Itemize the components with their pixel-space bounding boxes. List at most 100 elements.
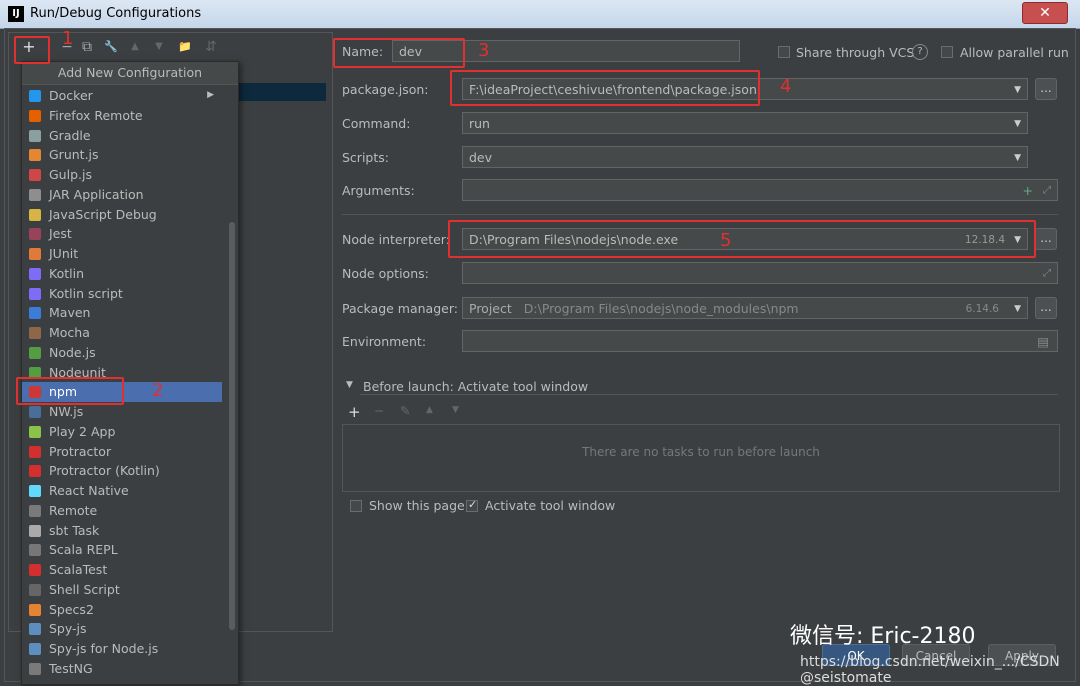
configuration-type-item[interactable]: Firefox Remote xyxy=(22,106,222,126)
close-button[interactable]: ✕ xyxy=(1022,2,1068,24)
configuration-type-item[interactable]: JUnit xyxy=(22,244,222,264)
chevron-down-icon: ▼ xyxy=(1014,85,1021,95)
wrench-icon[interactable]: 🔧 xyxy=(102,38,120,56)
configuration-type-item[interactable]: Kotlin xyxy=(22,264,222,284)
add-icon[interactable]: + xyxy=(1023,180,1033,202)
move-down-button[interactable]: ▼ xyxy=(150,38,168,56)
tree-selected-row[interactable] xyxy=(236,83,326,101)
specs2-icon xyxy=(29,603,41,616)
react-icon xyxy=(29,485,41,497)
configuration-type-label: Shell Script xyxy=(49,581,120,597)
intellij-icon: IJ xyxy=(8,6,24,22)
configuration-type-item[interactable]: Play 2 App xyxy=(22,422,222,442)
popup-scrollbar[interactable] xyxy=(229,222,235,630)
configuration-type-item[interactable]: React Native xyxy=(22,481,222,501)
configuration-type-item[interactable]: Scala REPL xyxy=(22,540,222,560)
move-up-button[interactable]: ▲ xyxy=(126,38,144,56)
configuration-type-label: Protractor (Kotlin) xyxy=(49,463,160,479)
chevron-down-icon: ▼ xyxy=(1014,153,1021,163)
configuration-type-item[interactable]: Spy-js xyxy=(22,619,222,639)
arguments-label: Arguments: xyxy=(342,183,415,198)
scripts-combo[interactable]: dev ▼ xyxy=(462,146,1028,168)
node-options-input[interactable]: ⤢ xyxy=(462,262,1058,284)
configuration-type-item[interactable]: Protractor (Kotlin) xyxy=(22,461,222,481)
configuration-type-item[interactable]: Kotlin script xyxy=(22,284,222,304)
package-manager-combo[interactable]: Project D:\Program Files\nodejs\node_mod… xyxy=(462,297,1028,319)
allow-parallel-label: Allow parallel run xyxy=(960,45,1069,60)
expand-icon[interactable]: ⤢ xyxy=(1043,263,1051,285)
configuration-type-item[interactable]: Jest xyxy=(22,224,222,244)
nodejs-icon xyxy=(29,346,41,359)
configuration-type-label: JUnit xyxy=(49,246,79,261)
annotation-number-2: 2 xyxy=(152,380,164,401)
configuration-type-item[interactable]: JAR Application xyxy=(22,185,222,205)
window-title: Run/Debug Configurations xyxy=(30,6,202,21)
configuration-type-item[interactable]: TestNG xyxy=(22,659,222,679)
edit-task-icon[interactable]: ✎ xyxy=(400,403,410,418)
configuration-type-item[interactable]: Specs2 xyxy=(22,600,222,620)
show-page-checkbox[interactable] xyxy=(350,500,362,512)
gradle-icon xyxy=(29,129,41,142)
packagejson-browse-button[interactable]: ... xyxy=(1035,78,1057,100)
configuration-type-label: Kotlin script xyxy=(49,285,123,301)
package-manager-version: 6.14.6 xyxy=(965,303,999,315)
docker-icon xyxy=(29,90,41,102)
node-options-label: Node options: xyxy=(342,266,429,281)
configuration-type-item[interactable]: Gulp.js xyxy=(22,165,222,185)
share-vcs-checkbox[interactable] xyxy=(778,46,790,58)
task-down-button[interactable]: ▼ xyxy=(452,405,459,415)
sbt-icon xyxy=(29,524,41,537)
configuration-type-item[interactable]: Node.js xyxy=(22,343,222,363)
remove-task-button[interactable]: − xyxy=(374,403,384,418)
title-bar: IJ Run/Debug Configurations ✕ xyxy=(0,0,1080,29)
configuration-type-label: React Native xyxy=(49,483,129,498)
configuration-type-label: Mocha xyxy=(49,325,90,340)
configuration-type-item[interactable]: Remote xyxy=(22,501,222,521)
copy-configuration-button[interactable]: ⧉ xyxy=(78,38,96,56)
collapse-triangle-icon[interactable]: ▼ xyxy=(346,380,353,390)
jest-icon xyxy=(29,228,41,241)
configuration-type-item[interactable]: ScalaTest xyxy=(22,560,222,580)
package-manager-path: D:\Program Files\nodejs\node_modules\npm xyxy=(523,301,799,316)
annotation-box-name xyxy=(333,38,465,68)
sort-button[interactable]: ⇵ xyxy=(202,38,220,56)
configuration-type-item[interactable]: JavaScript Debug xyxy=(22,205,222,225)
configuration-type-item[interactable]: Protractor xyxy=(22,442,222,462)
configuration-type-label: NW.js xyxy=(49,404,84,419)
node-interpreter-browse-button[interactable]: ... xyxy=(1035,228,1057,250)
share-vcs-label: Share through VCS xyxy=(796,45,915,60)
configuration-type-label: Kotlin xyxy=(49,265,84,281)
command-combo[interactable]: run ▼ xyxy=(462,112,1028,134)
document-icon[interactable]: ▤ xyxy=(1037,331,1049,353)
before-launch-heading: Before launch: Activate tool window xyxy=(363,379,589,394)
packagejson-label: package.json: xyxy=(342,82,429,97)
help-icon[interactable]: ? xyxy=(912,44,928,60)
no-tasks-text: There are no tasks to run before launch xyxy=(582,445,820,459)
configuration-type-label: Remote xyxy=(49,502,98,518)
folder-icon[interactable]: 📁 xyxy=(176,38,194,56)
configuration-type-label: Grunt.js xyxy=(49,147,99,163)
configuration-type-item[interactable]: Spy-js for Node.js xyxy=(22,639,222,659)
environment-input[interactable]: ▤ xyxy=(462,330,1058,352)
task-up-button[interactable]: ▲ xyxy=(426,405,433,415)
package-manager-label: Package manager: xyxy=(342,301,458,316)
configuration-type-item[interactable]: sbt Task xyxy=(22,521,222,541)
configuration-type-item[interactable]: Mocha xyxy=(22,323,222,343)
configuration-type-item[interactable]: Grunt.js xyxy=(22,145,222,165)
annotation-box-add xyxy=(14,36,50,64)
configuration-type-item[interactable]: Docker ▶ xyxy=(22,86,222,106)
gulp-icon xyxy=(29,169,41,181)
configuration-type-item[interactable]: Gradle xyxy=(22,126,222,146)
chevron-down-icon: ▼ xyxy=(1014,119,1021,129)
add-task-button[interactable]: + xyxy=(348,403,361,421)
expand-icon[interactable]: ⤢ xyxy=(1043,180,1051,202)
configuration-type-item[interactable]: Shell Script xyxy=(22,580,222,600)
arguments-input[interactable]: + ⤢ xyxy=(462,179,1058,201)
package-manager-browse-button[interactable]: ... xyxy=(1035,297,1057,319)
annotation-number-3: 3 xyxy=(478,40,490,61)
configuration-type-label: Jest xyxy=(49,226,72,242)
environment-label: Environment: xyxy=(342,334,427,349)
configuration-type-item[interactable]: Maven xyxy=(22,303,222,323)
activate-tool-window-checkbox[interactable] xyxy=(466,498,478,512)
allow-parallel-checkbox[interactable] xyxy=(941,46,953,58)
